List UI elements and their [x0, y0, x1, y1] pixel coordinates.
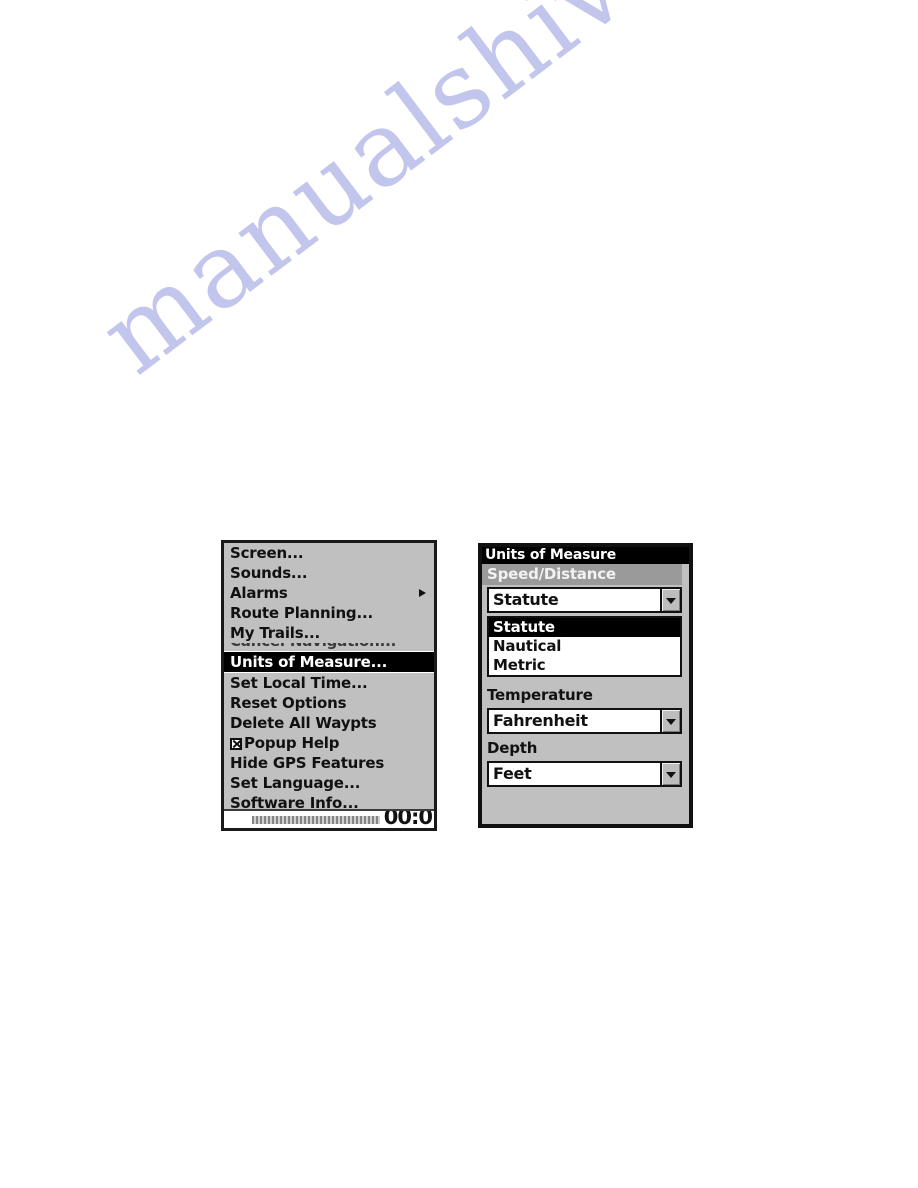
menu-item-label: Set Local Time... — [230, 674, 368, 692]
dropdown-option-metric[interactable]: Metric — [489, 656, 680, 675]
menu-item-sounds[interactable]: Sounds... — [224, 563, 434, 583]
dropdown-option-nautical[interactable]: Nautical — [489, 637, 680, 656]
menu-item-label: Hide GPS Features — [230, 754, 385, 772]
temperature-value: Fahrenheit — [493, 711, 588, 730]
chevron-down-icon[interactable] — [660, 589, 680, 611]
menu-item-label: Units of Measure... — [230, 653, 388, 671]
field-temperature: Temperature Fahrenheit — [482, 685, 689, 734]
menu-item-alarms[interactable]: Alarms — [224, 583, 434, 603]
menu-item-label: Set Language... — [230, 774, 361, 792]
menu-item-delete-all-waypts[interactable]: Delete All Waypts — [224, 713, 434, 733]
menu-item-label: Delete All Waypts — [230, 714, 377, 732]
watermark-text: manualshive.com — [78, 0, 908, 398]
menu-item-units-of-measure[interactable]: Units of Measure... — [224, 651, 434, 673]
temperature-combobox[interactable]: Fahrenheit — [487, 708, 682, 734]
chevron-right-icon — [419, 589, 426, 597]
menu-item-set-local-time[interactable]: Set Local Time... — [224, 673, 434, 693]
field-speed-distance: Speed/Distance Statute Statute Nautical … — [482, 564, 689, 677]
field-label-temperature: Temperature — [487, 686, 593, 704]
status-bar: 00:0 — [224, 809, 434, 828]
menu-item-label: Alarms — [230, 584, 288, 602]
menu-item-label: Route Planning... — [230, 604, 373, 622]
menu-item-hide-gps-features[interactable]: Hide GPS Features — [224, 753, 434, 773]
menu-item-label: Screen... — [230, 544, 304, 562]
depth-value: Feet — [493, 764, 532, 783]
watermark-layer: manualshive.com — [0, 0, 918, 1188]
depth-combobox[interactable]: Feet — [487, 761, 682, 787]
menu-item-label: Popup Help — [244, 734, 340, 752]
speed-distance-value: Statute — [493, 590, 559, 609]
menu-item-set-language[interactable]: Set Language... — [224, 773, 434, 793]
field-depth: Depth Feet — [482, 738, 689, 787]
menu-item-my-trails[interactable]: My Trails... — [224, 623, 434, 643]
field-label-speed-distance: Speed/Distance — [482, 564, 682, 585]
chevron-down-icon[interactable] — [660, 710, 680, 732]
units-of-measure-screenshot: Units of Measure Speed/Distance Statute … — [478, 543, 693, 828]
menu-item-cancel-navigation[interactable]: Cancel Navigation... — [224, 643, 434, 651]
chevron-down-icon[interactable] — [660, 763, 680, 785]
speed-distance-combobox[interactable]: Statute — [487, 587, 682, 613]
menu-item-route-planning[interactable]: Route Planning... — [224, 603, 434, 623]
menu-item-screen[interactable]: Screen... — [224, 543, 434, 563]
options-menu-list: Screen... Sounds... Alarms Route Plannin… — [224, 543, 434, 813]
menu-item-label: My Trails... — [230, 624, 320, 642]
menu-item-reset-options[interactable]: Reset Options — [224, 693, 434, 713]
menu-item-popup-help[interactable]: Popup Help — [224, 733, 434, 753]
panel-title: Units of Measure — [482, 547, 689, 564]
menu-item-label: Reset Options — [230, 694, 347, 712]
checkbox-checked-icon[interactable] — [230, 738, 242, 750]
menu-item-label: Cancel Navigation... — [230, 643, 430, 649]
options-menu-screenshot: Screen... Sounds... Alarms Route Plannin… — [221, 540, 437, 831]
status-bar-clock: 00:0 — [383, 809, 432, 827]
field-label-depth: Depth — [487, 739, 538, 757]
status-bar-graphic — [252, 816, 380, 824]
speed-distance-dropdown-list[interactable]: Statute Nautical Metric — [487, 616, 682, 677]
dropdown-option-statute[interactable]: Statute — [489, 618, 680, 637]
menu-item-label: Sounds... — [230, 564, 308, 582]
